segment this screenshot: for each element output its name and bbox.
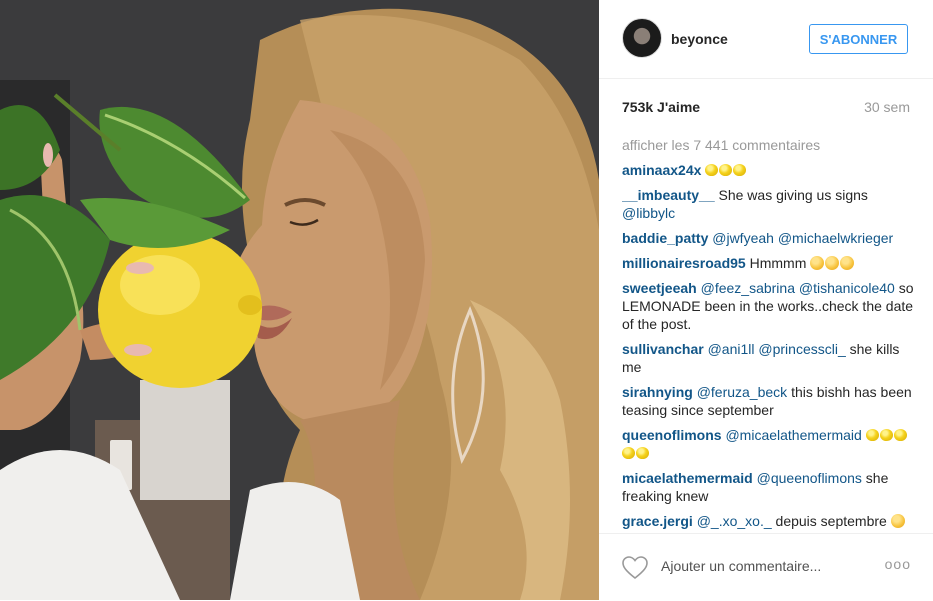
weary-face-emoji-icon: [810, 256, 825, 270]
comment-username[interactable]: queenoflimons: [622, 427, 722, 443]
comment-username[interactable]: millionairesroad95: [622, 255, 746, 271]
comment-item: __imbeauty__ She was giving us signs @li…: [622, 186, 914, 222]
heart-outline-icon[interactable]: [622, 556, 648, 585]
weary-face-emoji-icon: [825, 256, 840, 270]
post-photo[interactable]: [0, 0, 599, 600]
comment-text: Hmmmm: [749, 255, 807, 271]
lemon-emoji-icon: [879, 429, 893, 441]
comment-mention[interactable]: @libbylc: [622, 205, 675, 221]
comment-username[interactable]: grace.jergi: [622, 513, 693, 529]
comment-username[interactable]: micaelathemermaid: [622, 470, 753, 486]
lemon-emoji-icon: [865, 429, 879, 441]
comment-item: sullivanchar @ani1ll @princesscli_ she k…: [622, 340, 914, 376]
comment-text: She was giving us signs: [718, 187, 868, 203]
comment-mention[interactable]: @feruza_beck: [697, 384, 787, 400]
comment-mention[interactable]: @princesscli_: [758, 341, 845, 357]
more-options-icon[interactable]: ooo: [885, 556, 911, 572]
comment-username[interactable]: baddie_patty: [622, 230, 708, 246]
photo-illustration: [0, 0, 599, 600]
lemon-emoji-icon: [636, 447, 649, 459]
follow-button[interactable]: S'ABONNER: [809, 24, 908, 54]
post-footer: ooo: [599, 533, 933, 601]
lemon-emoji-icon: [705, 164, 719, 176]
weary-face-emoji-icon: [890, 514, 905, 528]
instagram-post: beyonce S'ABONNER 753k J'aime 30 sem aff…: [0, 0, 933, 600]
comment-item: sweetjeeah @feez_sabrina @tishanicole40 …: [622, 279, 914, 333]
comment-mention[interactable]: @feez_sabrina: [701, 280, 795, 296]
weary-face-emoji-icon: [840, 256, 855, 270]
add-comment-input[interactable]: [661, 558, 871, 574]
comment-mention[interactable]: @micaelathemermaid: [725, 427, 861, 443]
view-all-comments-link[interactable]: afficher les 7 441 commentaires: [622, 136, 914, 154]
comment-item: grace.jergi @_.xo_xo._ depuis septembre: [622, 512, 914, 529]
comment-mention[interactable]: @tishanicole40: [799, 280, 895, 296]
comment-item: sirahnying @feruza_beck this bishh has b…: [622, 383, 914, 419]
comment-username[interactable]: sirahnying: [622, 384, 693, 400]
comment-item: queenoflimons @micaelathemermaid: [622, 426, 914, 462]
comment-mention[interactable]: @jwfyeah: [712, 230, 774, 246]
post-username[interactable]: beyonce: [671, 31, 728, 47]
comment-item: aminaax24x: [622, 161, 914, 179]
comment-username[interactable]: __imbeauty__: [622, 187, 715, 203]
comment-username[interactable]: sullivanchar: [622, 341, 704, 357]
comment-mention[interactable]: @ani1ll: [708, 341, 755, 357]
comment-item: baddie_patty @jwfyeah @michaelwkrieger: [622, 229, 914, 247]
comments-list: afficher les 7 441 commentaires aminaax2…: [622, 136, 914, 529]
post-age[interactable]: 30 sem: [864, 99, 910, 115]
lemon-emoji-icon: [719, 164, 733, 176]
comment-text: depuis septembre: [775, 513, 887, 529]
post-sidebar: beyonce S'ABONNER 753k J'aime 30 sem aff…: [599, 0, 933, 600]
comment-username[interactable]: aminaax24x: [622, 162, 701, 178]
lemon-emoji-icon: [733, 164, 747, 176]
comment-item: millionairesroad95 Hmmmm: [622, 254, 914, 272]
comment-mention[interactable]: @queenoflimons: [757, 470, 862, 486]
avatar[interactable]: [622, 18, 662, 58]
likes-count[interactable]: 753k J'aime: [622, 99, 700, 115]
lemon-emoji-icon: [893, 429, 907, 441]
lemon-emoji-icon: [622, 447, 635, 459]
comment-mention[interactable]: @michaelwkrieger: [778, 230, 893, 246]
post-header: beyonce S'ABONNER: [599, 0, 933, 79]
comment-item: micaelathemermaid @queenoflimons she fre…: [622, 469, 914, 505]
comment-container: aminaax24x __imbeauty__ She was giving u…: [622, 161, 914, 529]
comment-username[interactable]: sweetjeeah: [622, 280, 697, 296]
comment-mention[interactable]: @_.xo_xo._: [697, 513, 772, 529]
